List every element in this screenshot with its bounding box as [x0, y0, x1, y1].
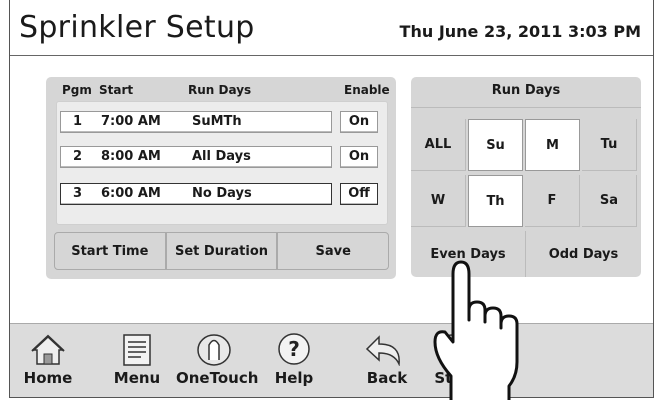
program-row-3-cell[interactable]: 3 6:00 AM No Days [60, 183, 332, 205]
nav-home[interactable]: Home [10, 324, 86, 397]
program-number: 1 [73, 114, 83, 129]
title-bar: Sprinkler Setup Thu June 23, 2011 3:03 P… [10, 0, 653, 56]
column-header-pgm: Pgm [62, 83, 92, 97]
program-enable-toggle[interactable]: Off [340, 183, 378, 205]
programs-panel: Pgm Start Run Days Enable 1 7:00 AM SuMT… [46, 77, 396, 279]
even-days-button[interactable]: Even Days [411, 231, 526, 277]
column-header-enable: Enable [344, 83, 390, 97]
set-duration-button[interactable]: Set Duration [165, 232, 278, 270]
nav-home-label: Home [23, 369, 73, 387]
program-row-1[interactable]: 1 7:00 AM SuMTh On [60, 111, 380, 133]
program-run-days: No Days [192, 186, 252, 201]
day-button-th[interactable]: Th [468, 175, 523, 227]
program-start-time: 6:00 AM [101, 186, 161, 201]
program-enable-toggle[interactable]: On [340, 111, 378, 133]
onetouch-icon [197, 334, 231, 366]
run-days-title: Run Days [411, 77, 641, 108]
day-button-w[interactable]: W [411, 175, 466, 227]
home-icon [31, 334, 65, 365]
date-time: Thu June 23, 2011 3:03 PM [399, 22, 641, 41]
svg-text:?: ? [288, 337, 300, 361]
sprinkler-screen: Sprinkler Setup Thu June 23, 2011 3:03 P… [9, 0, 654, 398]
help-icon: ? [278, 333, 310, 365]
program-row-2-cell[interactable]: 2 8:00 AM All Days [60, 146, 332, 168]
program-start-time: 8:00 AM [101, 149, 161, 164]
status-icon [437, 334, 467, 364]
program-row-2[interactable]: 2 8:00 AM All Days On [60, 146, 380, 168]
day-button-f[interactable]: F [525, 175, 580, 227]
nav-onetouch[interactable]: OneTouch [176, 324, 259, 397]
nav-help-label: Help [274, 369, 314, 387]
column-header-start: Start [99, 83, 134, 97]
day-button-su[interactable]: Su [468, 119, 523, 171]
run-days-panel: Run Days ALL Su M Tu W Th F Sa Even Days… [411, 77, 641, 277]
menu-icon [123, 334, 151, 366]
nav-help[interactable]: ? Help [256, 324, 332, 397]
program-action-bar: Start Time Set Duration Save [54, 232, 390, 270]
day-button-all[interactable]: ALL [411, 119, 466, 171]
day-button-m[interactable]: M [525, 119, 580, 171]
program-run-days: SuMTh [192, 114, 242, 129]
start-time-button[interactable]: Start Time [54, 232, 166, 270]
program-list: 1 7:00 AM SuMTh On 2 8:00 AM All Days On… [56, 101, 388, 225]
bottom-nav-bar: Home Menu OneTouch ? Help Back Stat [10, 323, 653, 397]
day-button-sa[interactable]: Sa [582, 175, 637, 227]
nav-status-label: Stat [434, 369, 470, 387]
program-run-days: All Days [192, 149, 251, 164]
nav-status[interactable]: Stat [414, 324, 490, 397]
nav-menu[interactable]: Menu [99, 324, 175, 397]
day-button-tu[interactable]: Tu [582, 119, 637, 171]
odd-days-button[interactable]: Odd Days [526, 231, 641, 277]
save-button[interactable]: Save [277, 232, 390, 270]
column-header-run-days: Run Days [188, 83, 252, 97]
program-enable-toggle[interactable]: On [340, 146, 378, 168]
program-row-3[interactable]: 3 6:00 AM No Days Off [60, 183, 380, 205]
program-row-1-cell[interactable]: 1 7:00 AM SuMTh [60, 111, 332, 133]
nav-menu-label: Menu [113, 369, 161, 387]
program-number: 3 [73, 186, 83, 201]
program-start-time: 7:00 AM [101, 114, 161, 129]
nav-onetouch-label: OneTouch [176, 369, 259, 387]
program-number: 2 [73, 149, 83, 164]
page-title: Sprinkler Setup [19, 10, 255, 45]
